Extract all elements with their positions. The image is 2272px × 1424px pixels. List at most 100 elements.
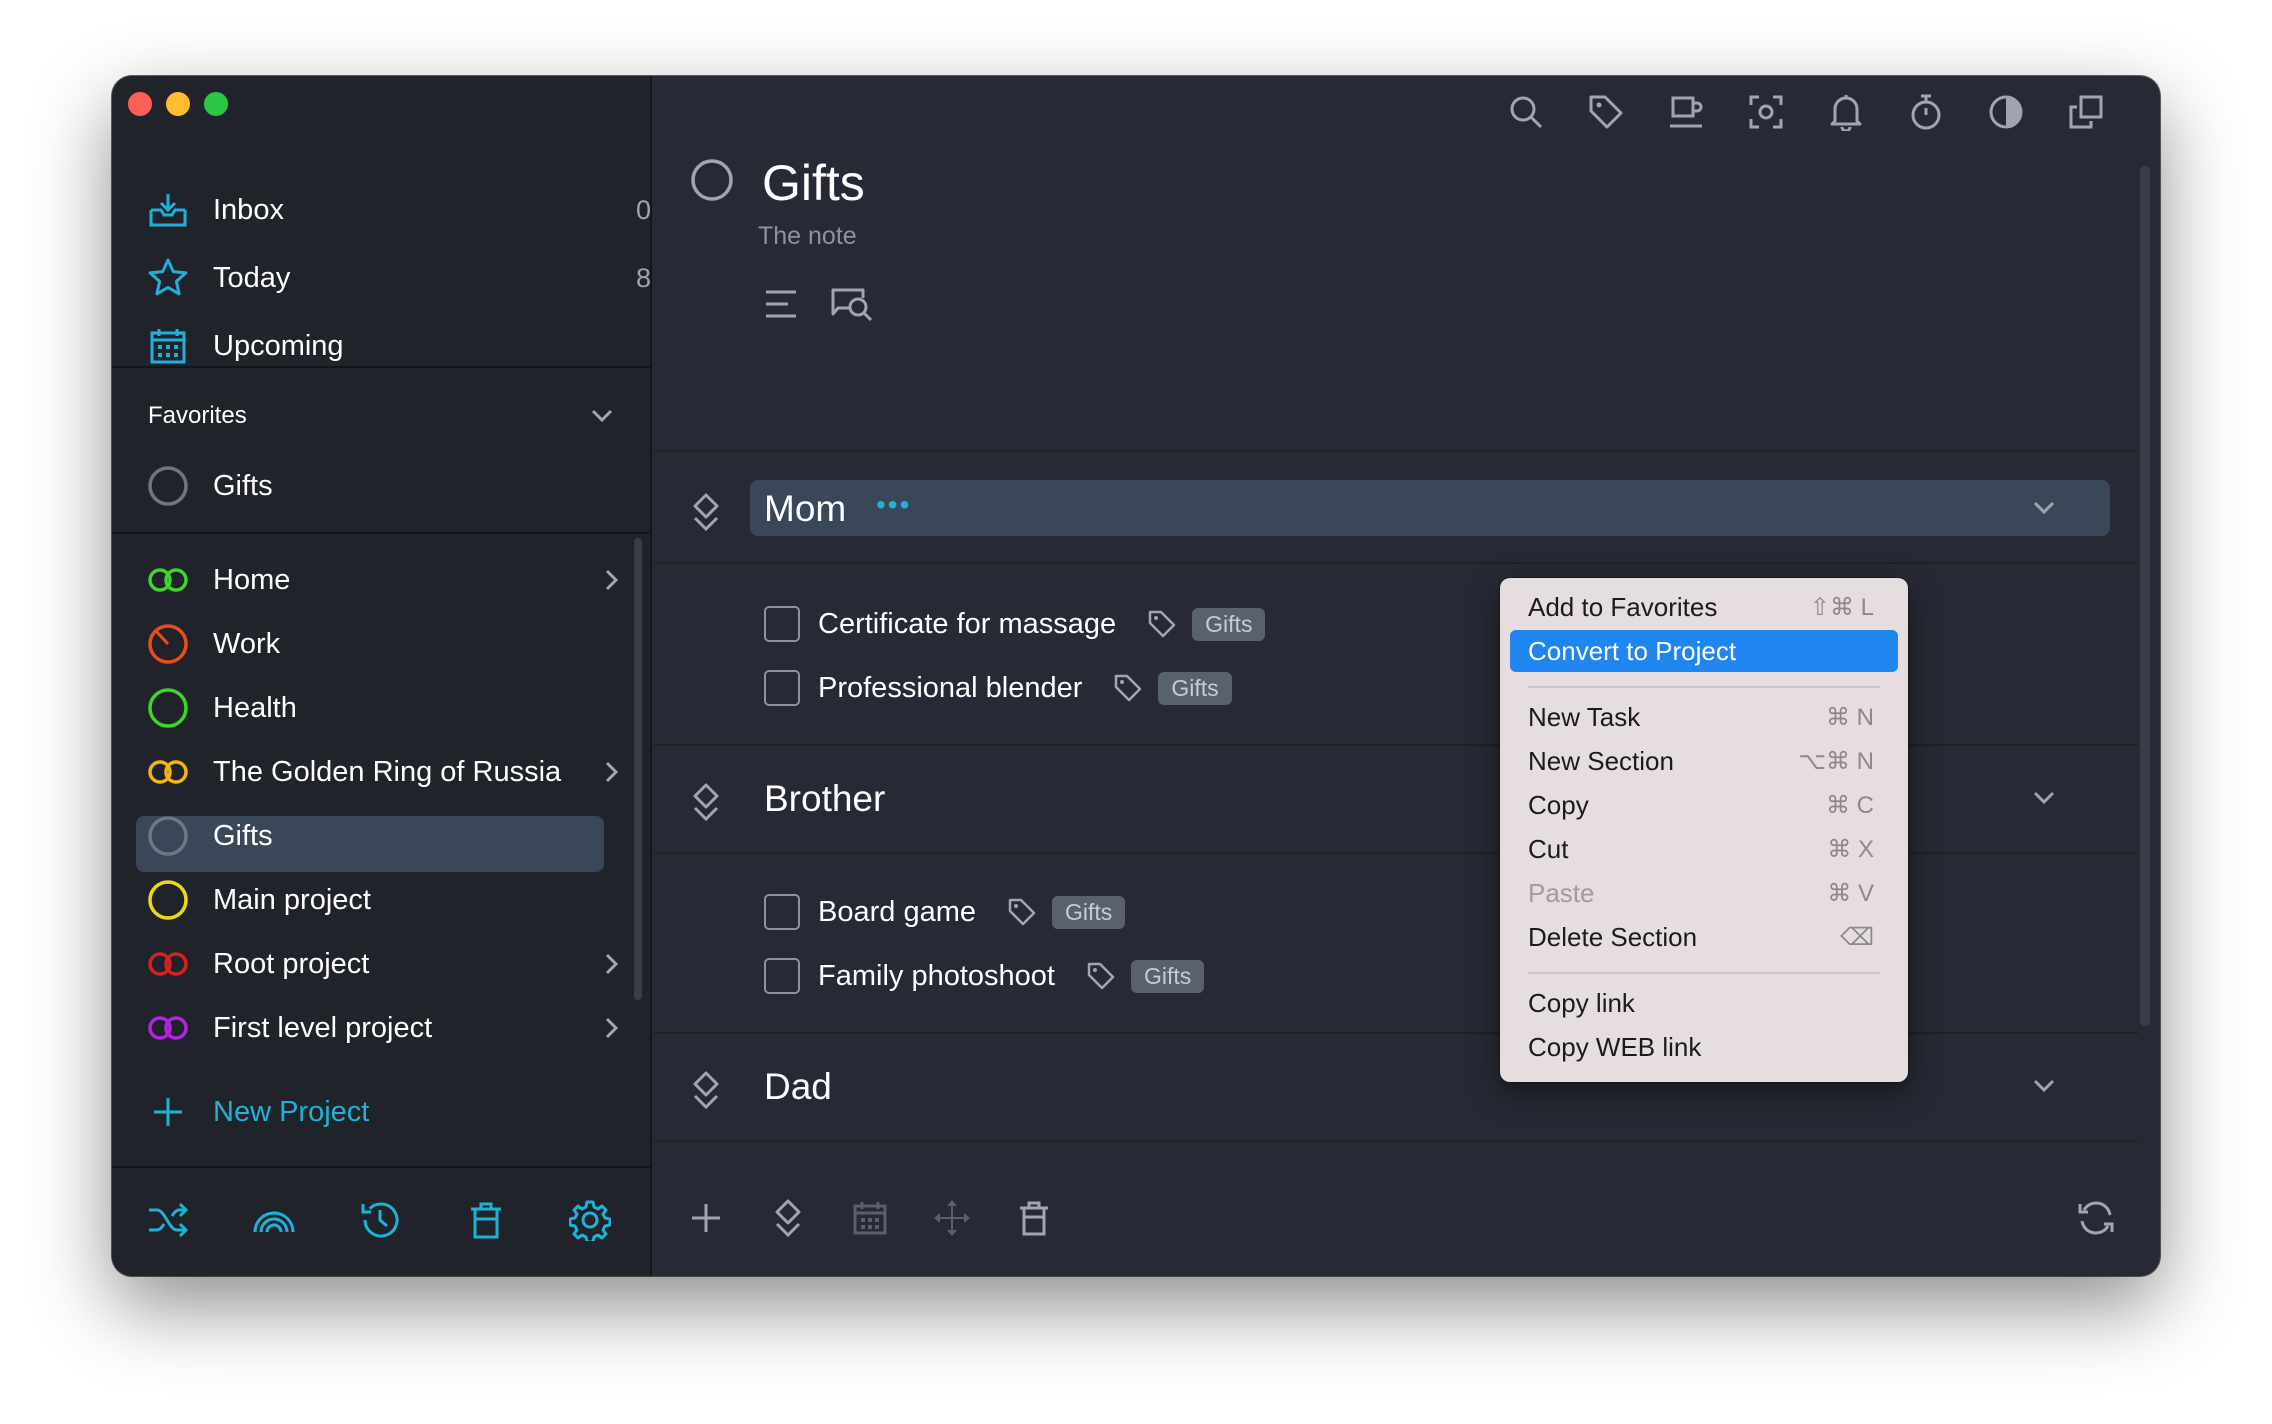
favorites-header[interactable]: Favorites (148, 402, 247, 430)
sidebar-item-label: Inbox (213, 193, 284, 226)
search-comments-icon[interactable] (830, 284, 876, 324)
chevron-right-icon[interactable] (604, 760, 620, 784)
chevron-right-icon[interactable] (604, 952, 620, 976)
menu-item-delete-section[interactable]: Delete Section ⌫ (1510, 916, 1898, 958)
new-project-button[interactable]: New Project (146, 1082, 369, 1142)
page-title[interactable]: Gifts (762, 154, 865, 212)
project-note[interactable]: The note (758, 222, 857, 251)
project-item-root[interactable]: Root project (146, 934, 619, 994)
minimize-window-button[interactable] (166, 92, 190, 116)
tag-chip[interactable]: Gifts (1158, 671, 1232, 705)
task-row[interactable]: Family photoshoot Gifts (764, 952, 1205, 1000)
menu-item-new-section[interactable]: New Section ⌥⌘ N (1510, 740, 1898, 782)
timer-icon[interactable] (1906, 92, 1946, 132)
divider (654, 1032, 2138, 1034)
project-item-home[interactable]: Home (146, 550, 619, 610)
search-icon[interactable] (1506, 92, 1546, 132)
trash-icon[interactable] (464, 1198, 508, 1242)
section-dad[interactable]: Dad (654, 1054, 2138, 1128)
menu-item-add-to-favorites[interactable]: Add to Favorites ⇧⌘ L (1510, 586, 1898, 628)
list-icon[interactable] (764, 288, 798, 320)
project-label: Main project (213, 883, 371, 916)
more-options-icon[interactable]: ••• (876, 491, 911, 519)
project-label: First level project (213, 1011, 433, 1044)
trash-icon[interactable] (1012, 1196, 1056, 1240)
favorite-item-gifts[interactable]: Gifts (146, 456, 273, 516)
task-label: Certificate for massage (818, 607, 1117, 640)
divider (654, 744, 2138, 746)
app-window: Inbox 0 Today 8 Upcoming Favorites Gifts (112, 76, 2160, 1276)
menu-item-copy[interactable]: Copy ⌘ C (1510, 784, 1898, 826)
divider (654, 450, 2138, 452)
double-ring-icon (146, 558, 190, 602)
project-item-work[interactable]: Work (146, 614, 280, 674)
task-row[interactable]: Professional blender Gifts (764, 664, 1232, 712)
task-checkbox[interactable] (764, 894, 800, 930)
task-checkbox[interactable] (764, 670, 800, 706)
chevron-down-icon[interactable] (2032, 790, 2056, 806)
menu-item-cut[interactable]: Cut ⌘ X (1510, 828, 1898, 870)
gear-icon[interactable] (568, 1198, 612, 1242)
menu-item-label: Copy (1528, 789, 1589, 820)
add-section-icon[interactable] (766, 1196, 810, 1240)
duplicate-window-icon[interactable] (2066, 92, 2106, 132)
add-task-icon[interactable] (684, 1196, 728, 1240)
menu-item-copy-link[interactable]: Copy link (1510, 982, 1898, 1024)
chevron-right-icon[interactable] (604, 1016, 620, 1040)
tag-icon (1008, 898, 1036, 926)
task-row[interactable]: Certificate for massage Gifts (764, 600, 1266, 648)
divider (654, 1140, 2138, 1142)
project-item-main[interactable]: Main project (146, 870, 371, 930)
tag-icon[interactable] (1586, 92, 1626, 132)
history-icon[interactable] (358, 1198, 402, 1242)
project-status-circle[interactable] (690, 158, 734, 202)
sidebar-item-today[interactable]: Today 8 (146, 248, 651, 308)
task-checkbox[interactable] (764, 958, 800, 994)
focus-icon[interactable] (1746, 92, 1786, 132)
main-panel: Gifts The note Mom ••• Certificate for m… (654, 76, 2160, 1276)
chevron-down-icon[interactable] (2032, 1078, 2056, 1094)
tag-chip[interactable]: Gifts (1052, 895, 1126, 929)
project-item-health[interactable]: Health (146, 678, 297, 738)
task-row[interactable]: Board game Gifts (764, 888, 1126, 936)
today-count: 8 (636, 262, 652, 293)
section-mom[interactable]: Mom ••• (654, 476, 2138, 550)
close-window-button[interactable] (128, 92, 152, 116)
zoom-window-button[interactable] (204, 92, 228, 116)
tag-icon (1148, 610, 1176, 638)
section-brother[interactable]: Brother (654, 766, 2138, 840)
chevron-right-icon[interactable] (604, 568, 620, 592)
divider (654, 852, 2138, 854)
circle-icon (146, 686, 190, 730)
plus-icon (146, 1090, 190, 1134)
move-icon (930, 1196, 974, 1240)
circle-icon (146, 814, 190, 858)
shuffle-icon[interactable] (146, 1198, 190, 1242)
menu-item-new-task[interactable]: New Task ⌘ N (1510, 696, 1898, 738)
main-scrollbar[interactable] (2140, 166, 2150, 1026)
task-checkbox[interactable] (764, 606, 800, 642)
section-title: Dad (764, 1066, 832, 1107)
tag-chip[interactable]: Gifts (1130, 959, 1205, 993)
task-label: Board game (818, 895, 976, 928)
project-item-first-level[interactable]: First level project (146, 998, 619, 1058)
sync-icon[interactable] (2074, 1196, 2118, 1240)
sidebar-scrollbar[interactable] (634, 538, 642, 1000)
coffee-icon[interactable] (1666, 92, 1706, 132)
project-label: Gifts (213, 819, 273, 852)
contrast-icon[interactable] (1986, 92, 2026, 132)
project-item-golden-ring[interactable]: The Golden Ring of Russia (146, 742, 619, 802)
sidebar-item-inbox[interactable]: Inbox 0 (146, 180, 651, 240)
rainbow-icon[interactable] (252, 1198, 296, 1242)
chevron-down-icon[interactable] (590, 408, 614, 424)
divider (112, 366, 652, 368)
context-menu: Add to Favorites ⇧⌘ L Convert to Project… (1500, 578, 1908, 1082)
menu-item-copy-web-link[interactable]: Copy WEB link (1510, 1026, 1898, 1068)
menu-item-label: Paste (1528, 877, 1595, 908)
bell-icon[interactable] (1826, 92, 1866, 132)
tag-chip[interactable]: Gifts (1192, 607, 1266, 641)
window-controls (128, 92, 228, 116)
chevron-down-icon[interactable] (2032, 500, 2056, 516)
menu-item-convert-to-project[interactable]: Convert to Project (1510, 630, 1898, 672)
project-item-gifts[interactable]: Gifts (146, 806, 273, 866)
